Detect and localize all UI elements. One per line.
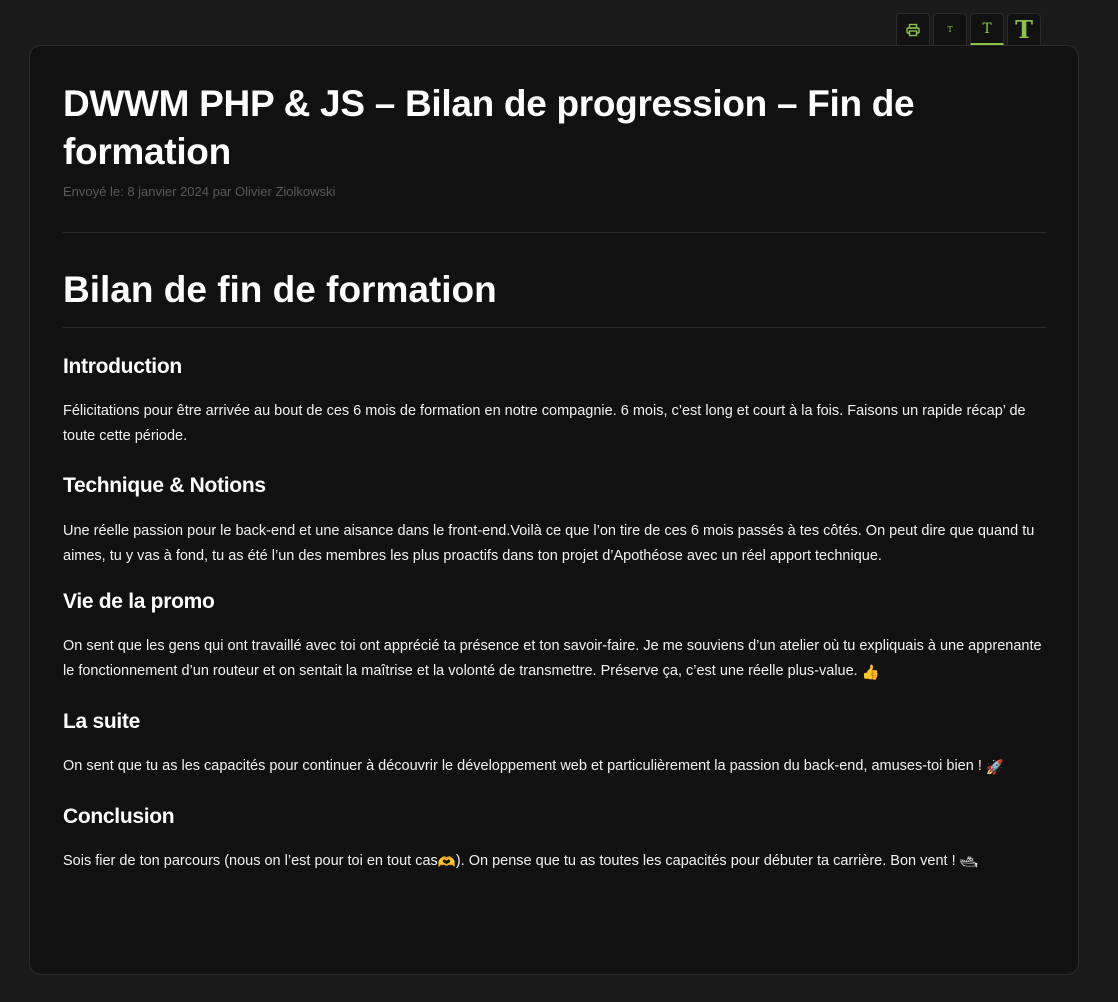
article-content: DWWM PHP & JS – Bilan de progression – F… <box>63 80 1047 876</box>
section-title-conclusion: Conclusion <box>63 805 175 828</box>
text-size-large-icon: T <box>1015 15 1033 44</box>
section-text-before: Sois fier de ton parcours (nous on l’est… <box>63 853 438 869</box>
printer-icon <box>906 23 920 36</box>
rocket-icon: 🚀 <box>985 760 1004 776</box>
heart-hands-icon: 🫶 <box>437 855 456 871</box>
section-text-conclusion: Sois fier de ton parcours (nous on l’est… <box>63 849 1047 876</box>
thumbs-up-icon: 👍 <box>861 665 880 681</box>
section-text: On sent que les gens qui ont travaillé a… <box>63 638 1042 679</box>
print-button[interactable] <box>896 13 930 45</box>
section-title-la-suite: La suite <box>63 710 140 733</box>
font-size-large-button[interactable]: T <box>1007 13 1041 45</box>
divider <box>63 232 1047 233</box>
divider <box>63 327 1047 328</box>
font-size-small-button[interactable]: T <box>933 13 967 45</box>
main-heading: Bilan de fin de formation <box>63 269 497 310</box>
section-text-technique: Une réelle passion pour le back-end et u… <box>63 523 1035 564</box>
text-size-small-icon: T <box>947 25 953 34</box>
text-toolbar: T T T <box>896 13 1041 45</box>
section-text: On sent que tu as les capacités pour con… <box>63 758 982 774</box>
section-text-vie-promo: On sent que les gens qui ont travaillé a… <box>63 634 1047 686</box>
section-title-vie-promo: Vie de la promo <box>63 590 215 613</box>
page-title: DWWM PHP & JS – Bilan de progression – F… <box>63 83 915 172</box>
boat-icon: 🛥 <box>959 855 979 871</box>
section-text-introduction: Félicitations pour être arrivée au bout … <box>63 403 1026 444</box>
section-text-after: ). On pense que tu as toutes les capacit… <box>455 853 956 869</box>
text-size-medium-icon: T <box>982 20 992 37</box>
section-title-technique: Technique & Notions <box>63 474 266 497</box>
font-size-medium-button[interactable]: T <box>970 13 1004 45</box>
section-title-introduction: Introduction <box>63 355 182 378</box>
article-card: DWWM PHP & JS – Bilan de progression – F… <box>29 45 1079 975</box>
article-meta: Envoyé le: 8 janvier 2024 par Olivier Zi… <box>63 184 336 199</box>
section-text-la-suite: On sent que tu as les capacités pour con… <box>63 754 1047 781</box>
